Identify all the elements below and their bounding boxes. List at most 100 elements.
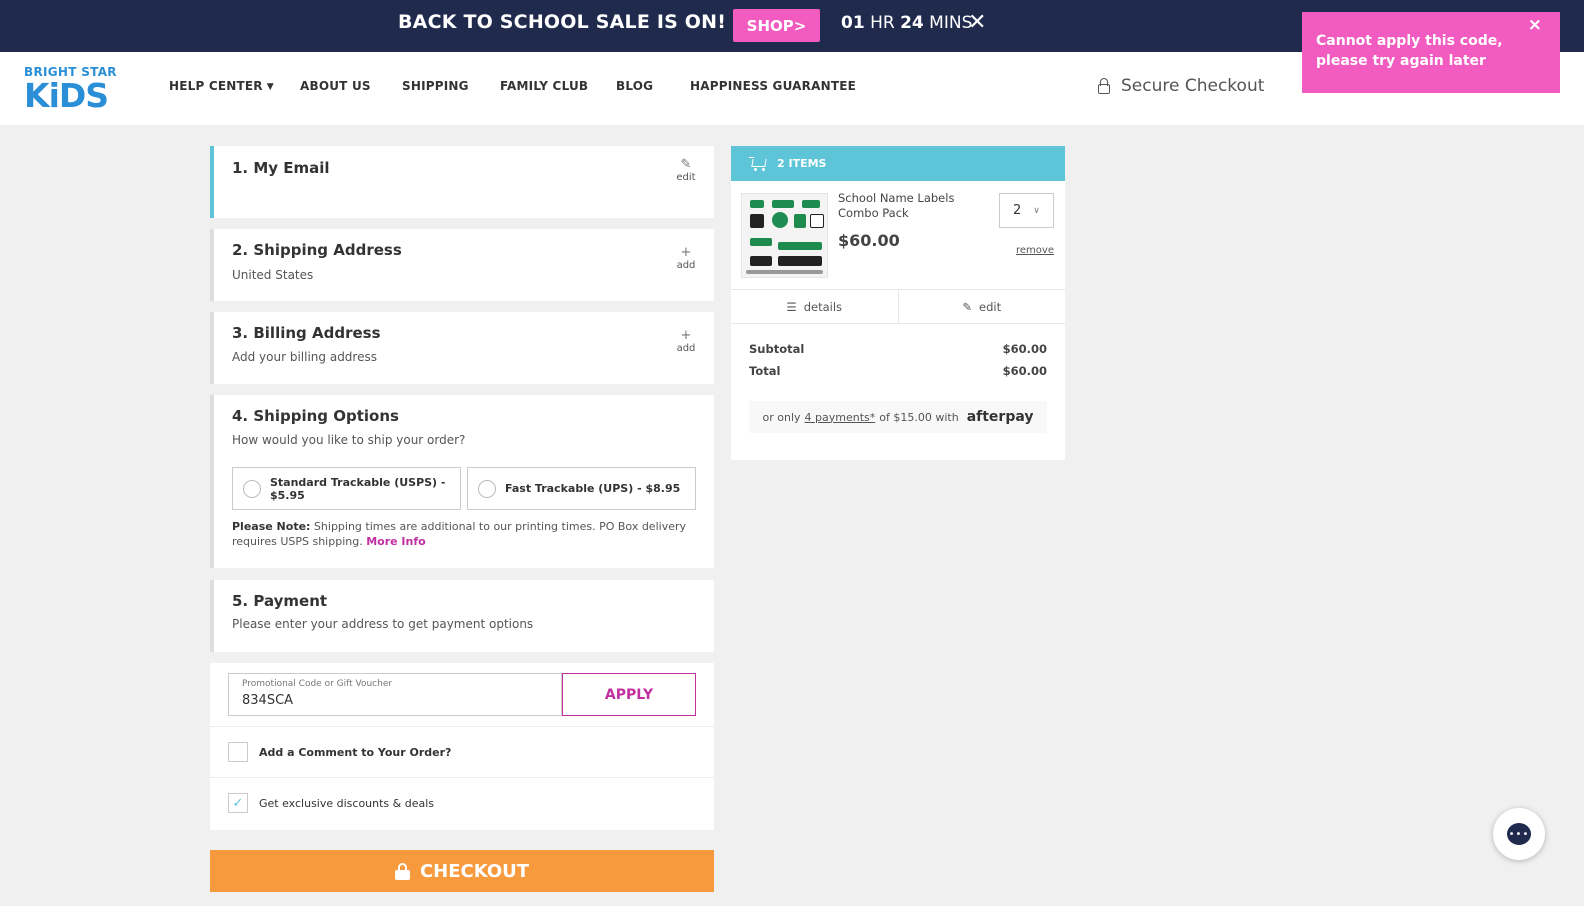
deals-checkbox[interactable]: ✓ [228,793,248,813]
total-value: $60.00 [1002,364,1047,378]
step-shipping-address-subtitle: United States [232,268,314,282]
divider [210,726,714,727]
nav-blog[interactable]: BLOG [616,79,653,93]
step-shipping-options: 4. Shipping Options How would you like t… [210,395,714,568]
afterpay-payments-link[interactable]: 4 payments* [805,411,876,424]
nav-help-center-label: HELP CENTER [169,79,263,93]
logo-kids-text: KiDS [24,76,109,115]
add-billing-address-button[interactable]: + add [676,328,696,355]
shop-button[interactable]: SHOP> [733,9,820,42]
edit-item-button[interactable]: ✎ edit [897,290,1066,323]
afterpay-mid: of $15.00 with [879,410,959,424]
add-billing-address-label: add [676,343,696,354]
radio-button[interactable] [243,479,261,498]
product-name[interactable]: School Name Labels Combo Pack [838,191,998,221]
cart-icon [749,156,767,171]
product-price: $60.00 [838,231,900,250]
step-shipping-address-title: 2. Shipping Address [232,241,402,259]
shipping-option-standard-label: Standard Trackable (USPS) - $5.95 [270,475,446,502]
pencil-icon: ✎ [680,157,692,172]
edit-email-button[interactable]: ✎ edit [676,157,696,184]
promo-code-input[interactable] [242,693,548,708]
deals-option[interactable]: ✓ Get exclusive discounts & deals [228,793,434,813]
step-shipping-address: 2. Shipping Address United States + add [210,229,714,301]
timer-hr-label: HR [870,13,895,33]
promo-code-label: Promotional Code or Gift Voucher [242,679,393,689]
step-billing-address: 3. Billing Address Add your billing addr… [210,312,714,384]
more-info-link[interactable]: More Info [366,535,426,548]
secure-checkout-label: Secure Checkout [1121,76,1265,96]
step-payment-subtitle: Please enter your address to get payment… [232,617,534,631]
secure-checkout: Secure Checkout [1097,76,1264,96]
chat-bubble-icon: ••• [1507,823,1531,845]
apply-button[interactable]: APPLY [562,673,696,716]
timer-hours: 01 [841,13,865,33]
step-billing-address-subtitle: Add your billing address [232,350,377,364]
add-comment-option[interactable]: Add a Comment to Your Order? [228,742,451,762]
checkmark-icon: ✓ [232,795,244,811]
timer-mins-label: MINS [929,13,973,33]
list-icon: ☰ [786,299,797,314]
cart-item-count: 2 ITEMS [777,157,827,170]
nav-family-club[interactable]: FAMILY CLUB [500,79,588,93]
shipping-option-fast[interactable]: Fast Trackable (UPS) - $8.95 [467,467,696,510]
error-toast: × Cannot apply this code, please try aga… [1302,12,1560,93]
pencil-icon: ✎ [962,299,973,314]
nav-about-us[interactable]: ABOUT US [300,79,371,93]
step-shipping-options-subtitle: How would you like to ship your order? [232,433,466,447]
shipping-note: Please Note: Shipping times are addition… [232,519,702,549]
brand-logo[interactable]: BRIGHT STAR KiDS [24,65,117,112]
plus-icon: + [680,328,692,343]
subtotal-row: Subtotal $60.00 [749,342,1047,356]
timer-mins: 24 [900,13,924,33]
chat-button[interactable]: ••• [1493,808,1545,860]
sale-timer: 01 HR 24 MINS [841,13,972,33]
quantity-value: 2 [1013,203,1022,218]
promo-code-field[interactable]: Promotional Code or Gift Voucher [228,673,562,716]
step-shipping-options-title: 4. Shipping Options [232,407,399,425]
nav-shipping[interactable]: SHIPPING [402,79,469,93]
add-shipping-address-label: add [676,260,696,271]
step-email-title: 1. My Email [232,159,330,177]
shipping-option-standard[interactable]: Standard Trackable (USPS) - $5.95 [232,467,461,510]
nav-happiness-guarantee[interactable]: HAPPINESS GUARANTEE [690,79,856,93]
shipping-option-fast-label: Fast Trackable (UPS) - $8.95 [505,482,681,495]
total-row: Total $60.00 [749,364,1047,378]
details-button[interactable]: ☰ details [731,290,898,323]
afterpay-logo: afterpay [966,409,1034,425]
comment-checkbox[interactable] [228,742,248,762]
subtotal-label: Subtotal [749,342,805,356]
note-label: Please Note: [232,520,311,533]
afterpay-prefix: or only [762,410,801,424]
step-payment: 5. Payment Please enter your address to … [210,580,714,652]
chevron-down-icon: ▼ [266,82,274,92]
cart-item-actions: ☰ details ✎ edit [731,289,1065,324]
step-billing-address-title: 3. Billing Address [232,324,381,342]
product-thumbnail[interactable] [741,193,828,278]
radio-button[interactable] [478,479,496,498]
quantity-select[interactable]: 2 ∨ [999,193,1054,228]
cart-header: 2 ITEMS [731,146,1065,181]
checkout-button[interactable]: CHECKOUT [210,850,714,892]
total-label: Total [749,364,781,378]
step-email: 1. My Email ✎ edit [210,146,714,218]
subtotal-value: $60.00 [1002,342,1047,356]
step-payment-title: 5. Payment [232,592,328,610]
nav-help-center[interactable]: HELP CENTER ▼ [169,79,274,93]
lock-icon [394,862,410,880]
chevron-down-icon: ∨ [1033,205,1040,216]
edit-email-label: edit [676,172,696,183]
edit-item-label: edit [979,299,1002,314]
promo-title: BACK TO SCHOOL SALE IS ON! [398,11,727,33]
close-banner-icon[interactable]: ✕ [968,10,986,35]
plus-icon: + [680,245,692,260]
close-toast-icon[interactable]: × [1528,15,1542,35]
deals-label: Get exclusive discounts & deals [259,796,435,810]
afterpay-banner: or only 4 payments* of $15.00 with after… [749,401,1047,433]
toast-message: Cannot apply this code, please try again… [1316,33,1503,69]
details-label: details [803,299,843,314]
add-comment-label: Add a Comment to Your Order? [259,745,452,759]
add-shipping-address-button[interactable]: + add [676,245,696,272]
lock-icon [1097,78,1111,94]
remove-item-link[interactable]: remove [1016,245,1054,256]
